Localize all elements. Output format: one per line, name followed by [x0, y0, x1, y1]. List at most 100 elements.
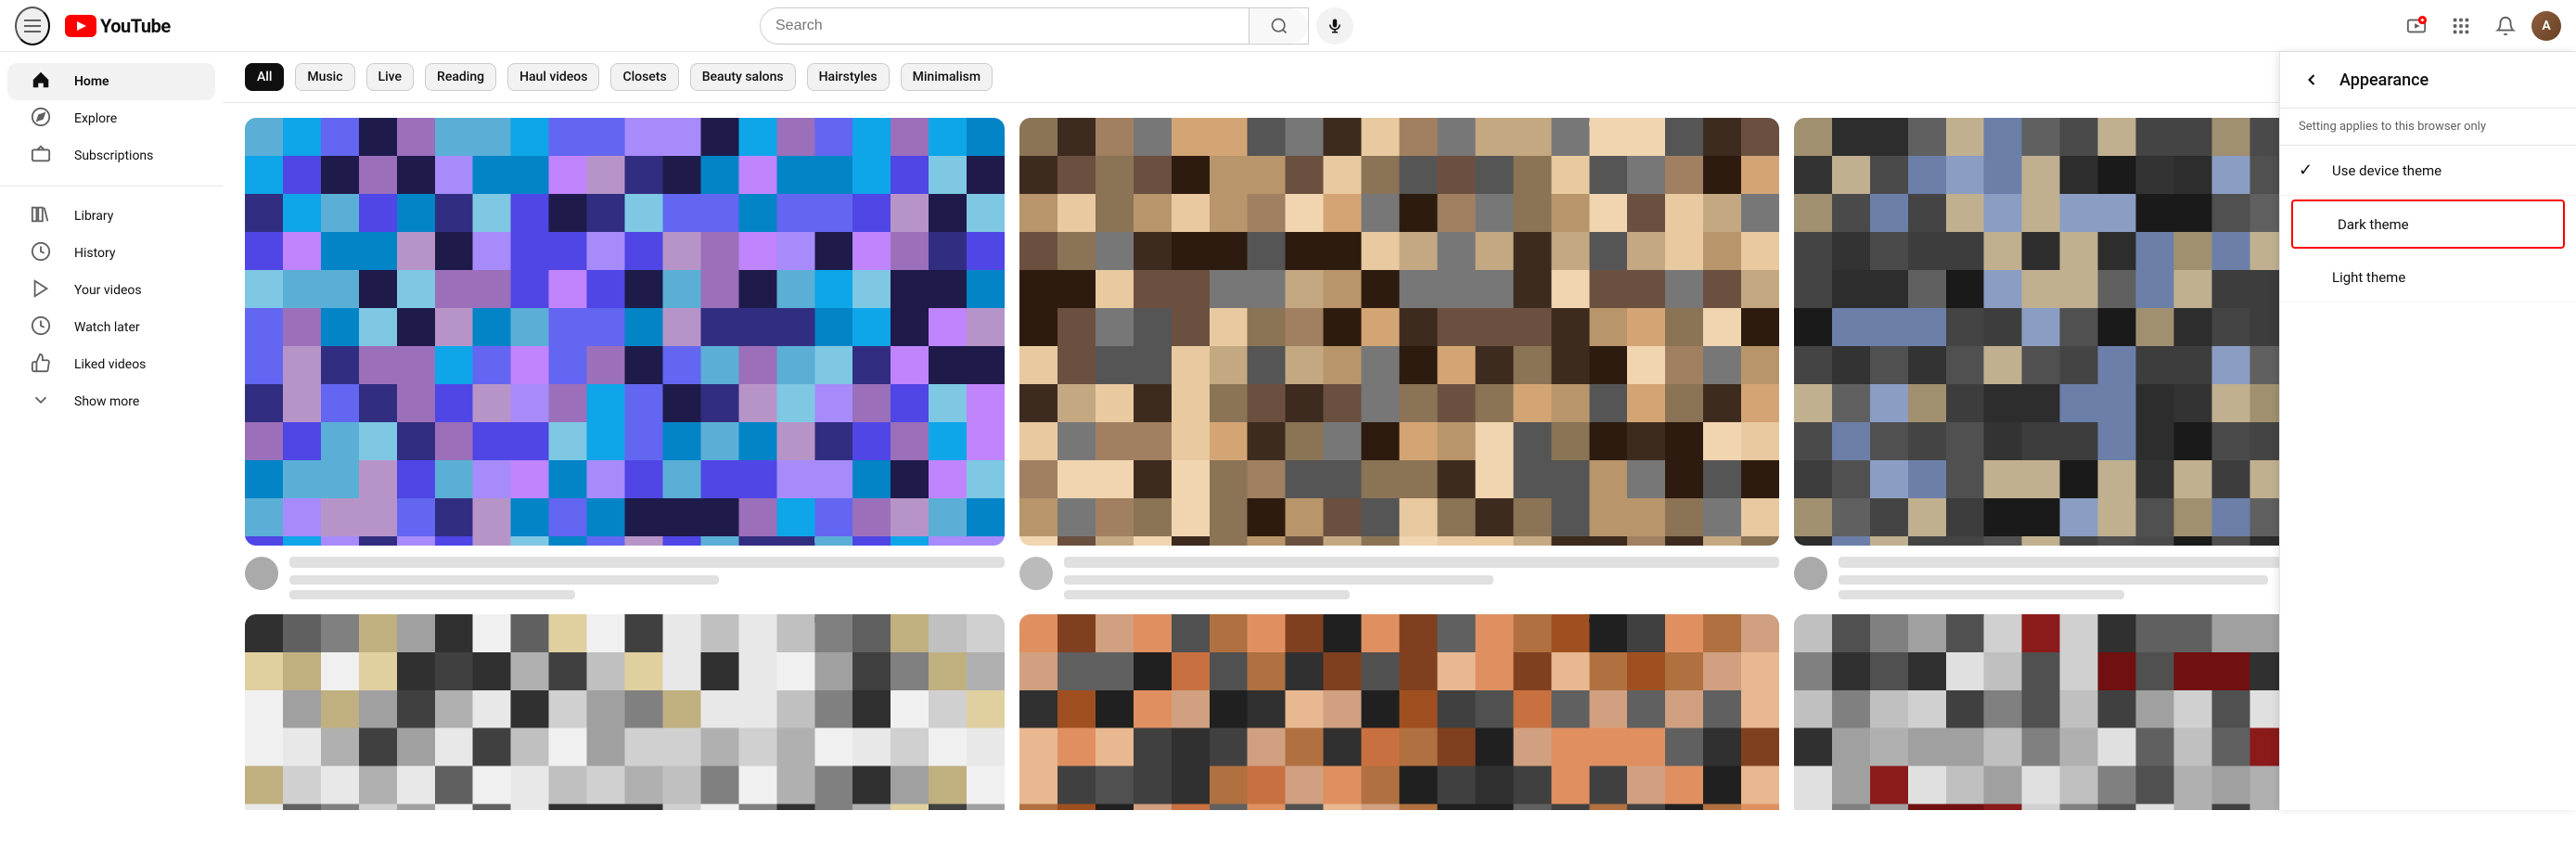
library-icon	[30, 204, 52, 229]
video-card-4[interactable]	[245, 614, 1005, 810]
video-grid-row2	[223, 614, 2576, 810]
apps-button[interactable]	[2442, 7, 2480, 45]
chip-haul-videos[interactable]: Haul videos	[507, 63, 599, 91]
video-info-1	[245, 557, 1005, 599]
channel-avatar-3	[1794, 557, 1827, 590]
appearance-header: Appearance	[2280, 52, 2576, 109]
avatar[interactable]: A	[2531, 11, 2561, 41]
logo[interactable]: YouTube	[65, 15, 171, 37]
video-grid	[223, 103, 2576, 614]
header-center	[760, 7, 1353, 45]
chevron-down-icon	[30, 390, 52, 415]
sidebar: Home Explore Subscriptions Library Hist	[0, 52, 223, 810]
sidebar-label-subscriptions: Subscriptions	[74, 148, 153, 163]
appearance-title: Appearance	[2339, 71, 2429, 90]
main-content: All Music Live Reading Haul videos Close…	[223, 52, 2576, 810]
create-button[interactable]	[2398, 7, 2435, 45]
theme-option-light[interactable]: ✓ Light theme	[2280, 252, 2576, 302]
your-videos-icon	[30, 278, 52, 303]
video-sub-bar-3	[1839, 575, 2268, 585]
sidebar-item-your-videos[interactable]: Your videos	[7, 272, 215, 309]
microphone-icon	[1326, 18, 1343, 34]
sidebar-label-history: History	[74, 246, 116, 261]
bell-icon	[2495, 16, 2516, 36]
sidebar-item-subscriptions[interactable]: Subscriptions	[7, 137, 215, 174]
sidebar-label-liked-videos: Liked videos	[74, 357, 146, 372]
apps-icon	[2451, 16, 2471, 36]
thumbnail-4	[245, 614, 1005, 810]
menu-button[interactable]	[15, 6, 50, 45]
sidebar-item-watch-later[interactable]: Watch later	[7, 309, 215, 346]
video-info-2	[1019, 557, 1779, 599]
sidebar-item-home[interactable]: Home	[7, 63, 215, 100]
video-title-bar-2	[1064, 557, 1779, 568]
explore-icon	[30, 107, 52, 132]
notifications-button[interactable]	[2487, 7, 2524, 45]
chip-beauty-salons[interactable]: Beauty salons	[690, 63, 796, 91]
sidebar-item-history[interactable]: History	[7, 235, 215, 272]
thumbnail-1	[245, 118, 1005, 546]
chip-all[interactable]: All	[245, 63, 284, 91]
video-views-bar-1	[289, 590, 575, 599]
video-sub-bar-1	[289, 575, 719, 585]
chip-music[interactable]: Music	[295, 63, 354, 91]
back-button[interactable]	[2299, 67, 2325, 93]
header-left: YouTube	[15, 6, 237, 45]
sidebar-label-home: Home	[74, 74, 109, 89]
sidebar-label-your-videos: Your videos	[74, 283, 142, 298]
thumbnail-5	[1019, 614, 1779, 810]
theme-option-device[interactable]: ✓ Use device theme	[2280, 146, 2576, 196]
search-input[interactable]	[761, 8, 1249, 44]
dark-theme-label: Dark theme	[2338, 216, 2409, 233]
chip-closets[interactable]: Closets	[610, 63, 678, 91]
subscriptions-icon	[30, 144, 52, 169]
sidebar-item-show-more[interactable]: Show more	[7, 383, 215, 420]
history-icon	[30, 241, 52, 266]
chip-reading[interactable]: Reading	[425, 63, 496, 91]
device-theme-checkmark: ✓	[2299, 161, 2317, 180]
search-button[interactable]	[1249, 8, 1308, 44]
sidebar-item-explore[interactable]: Explore	[7, 100, 215, 137]
sidebar-label-watch-later: Watch later	[74, 320, 140, 335]
header-right: A	[2398, 7, 2561, 45]
app-body: Home Explore Subscriptions Library Hist	[0, 52, 2576, 810]
video-title-bar-1	[289, 557, 1005, 568]
microphone-button[interactable]	[1316, 7, 1353, 45]
chip-minimalism[interactable]: Minimalism	[901, 63, 993, 91]
search-container	[760, 7, 1309, 45]
sidebar-divider-1	[0, 186, 223, 187]
filter-bar: All Music Live Reading Haul videos Close…	[223, 52, 2576, 103]
video-meta-2	[1064, 557, 1779, 599]
sidebar-label-show-more: Show more	[74, 394, 139, 409]
theme-option-dark[interactable]: ✓ Dark theme	[2291, 199, 2565, 249]
youtube-wordmark: YouTube	[100, 15, 171, 37]
thumbnail-2	[1019, 118, 1779, 546]
sidebar-label-library: Library	[74, 209, 113, 224]
video-views-bar-3	[1839, 590, 2124, 599]
youtube-logo-icon	[65, 15, 96, 37]
video-sub-bar-2	[1064, 575, 1493, 585]
video-card-2[interactable]	[1019, 118, 1779, 599]
video-card-5[interactable]	[1019, 614, 1779, 810]
video-card-1[interactable]	[245, 118, 1005, 599]
back-arrow-icon	[2302, 71, 2321, 89]
search-icon	[1270, 17, 1288, 35]
channel-avatar-2	[1019, 557, 1053, 590]
chip-hairstyles[interactable]: Hairstyles	[807, 63, 890, 91]
channel-avatar-1	[245, 557, 278, 590]
liked-videos-icon	[30, 353, 52, 378]
video-meta-1	[289, 557, 1005, 599]
home-icon	[30, 70, 52, 95]
video-views-bar-2	[1064, 590, 1350, 599]
appearance-panel: Appearance Setting applies to this brows…	[2279, 52, 2576, 810]
header: YouTube	[0, 0, 2576, 52]
appearance-subtitle: Setting applies to this browser only	[2280, 109, 2576, 146]
chip-live[interactable]: Live	[366, 63, 414, 91]
sidebar-item-library[interactable]: Library	[7, 198, 215, 235]
device-theme-label: Use device theme	[2332, 162, 2441, 179]
create-icon	[2406, 16, 2427, 36]
watch-later-icon	[30, 315, 52, 341]
sidebar-label-explore: Explore	[74, 111, 117, 126]
light-theme-label: Light theme	[2332, 269, 2405, 286]
sidebar-item-liked-videos[interactable]: Liked videos	[7, 346, 215, 383]
